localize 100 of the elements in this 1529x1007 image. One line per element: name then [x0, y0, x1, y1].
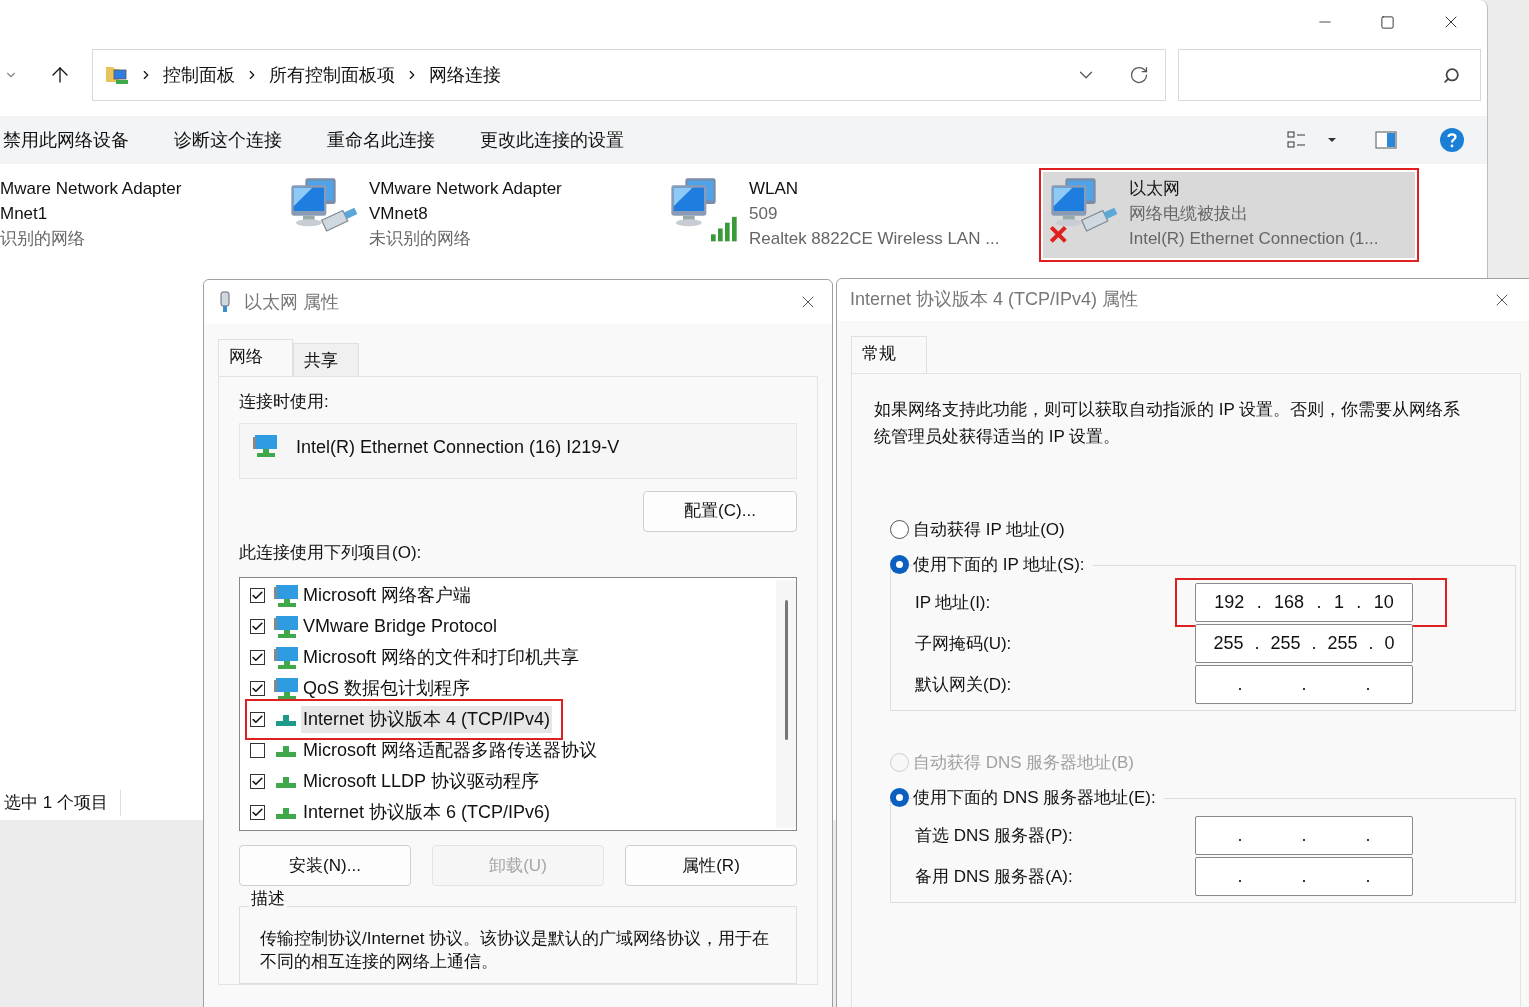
radio-button[interactable]: [890, 788, 909, 808]
refresh-icon[interactable]: [1129, 65, 1149, 85]
dialog-title: Internet 协议版本 4 (TCP/IPv4) 属性: [850, 288, 1139, 312]
tab[interactable]: 网络: [218, 339, 293, 376]
command-button[interactable]: 诊断这个连接: [174, 126, 282, 154]
search-field[interactable]: [1178, 49, 1481, 101]
dialog-button[interactable]: 安装(N)...: [239, 845, 411, 886]
address-bar[interactable]: 控制面板 所有控制面板项 网络连接: [92, 49, 1166, 101]
ip-address-field[interactable]: . . .: [1195, 816, 1413, 856]
ip-octet: 168: [1274, 591, 1305, 615]
adapter-detail: Intel(R) Ethernet Connection (1...: [1129, 228, 1379, 250]
checkbox[interactable]: [250, 743, 265, 758]
list-item[interactable]: Microsoft 网络适配器多路传送器协议: [250, 735, 605, 766]
command-button[interactable]: 重命名此连接: [327, 126, 435, 154]
ip-address-field[interactable]: 255 . 255 . 255 . 0: [1195, 624, 1413, 664]
list-item[interactable]: Internet 协议版本 4 (TCP/IPv4): [250, 704, 559, 735]
ip-address-field[interactable]: . . .: [1195, 857, 1413, 897]
network-plug-icon: [218, 291, 232, 313]
checkbox[interactable]: [250, 650, 265, 665]
ip-octet: .: [1237, 865, 1243, 889]
ip-address-field[interactable]: . . .: [1195, 665, 1413, 705]
ip-octet: .: [1237, 824, 1243, 848]
list-item[interactable]: Internet 协议版本 6 (TCP/IPv6): [250, 797, 559, 828]
list-item[interactable]: QoS 数据包计划程序: [250, 673, 479, 704]
ip-octet: 1: [1333, 591, 1344, 615]
field-label: 子网掩码(U):: [914, 632, 1013, 655]
folder-computer-icon: [105, 64, 129, 86]
adapter-name: VMnet8: [369, 203, 429, 225]
radio-button[interactable]: [890, 555, 909, 575]
radio-button[interactable]: [890, 520, 909, 540]
adapter-name: Mnet1: [0, 203, 49, 225]
ip-octet: 10: [1373, 591, 1394, 615]
checkbox[interactable]: [250, 712, 265, 727]
ip-octet: .: [1301, 865, 1307, 889]
preview-pane-icon[interactable]: [1375, 131, 1397, 149]
network-pedestal-icon: [273, 743, 299, 758]
breadcrumb-item[interactable]: 所有控制面板项: [269, 61, 395, 89]
caret-down-icon[interactable]: [1327, 137, 1337, 143]
checkbox[interactable]: [250, 619, 265, 634]
tab[interactable]: 共享: [293, 343, 359, 376]
ip-octet: .: [1301, 673, 1307, 697]
network-adapter-item[interactable]: WLAN 509 Realtek 8822CE Wireless LAN ...: [663, 172, 1043, 258]
item-label: Microsoft LLDP 协议驱动程序: [302, 770, 540, 793]
ip-octet: .: [1368, 632, 1374, 656]
scrollbar[interactable]: [776, 580, 796, 828]
list-item[interactable]: VMware Bridge Protocol: [250, 611, 506, 642]
adapter-detail: 识别的网络: [0, 228, 86, 250]
help-icon[interactable]: [1439, 127, 1465, 153]
network-monitor-icon: [273, 645, 299, 670]
search-icon: [1443, 66, 1460, 84]
field-label: 首选 DNS 服务器(P):: [914, 824, 1074, 847]
adapter-detail: Realtek 8822CE Wireless LAN ...: [749, 228, 1000, 250]
network-pedestal-icon: [273, 774, 299, 789]
adapter-detail: 509: [749, 203, 779, 225]
ip-octet: .: [1237, 673, 1243, 697]
maximize-icon[interactable]: [1380, 14, 1395, 30]
item-label: QoS 数据包计划程序: [302, 677, 472, 700]
breadcrumb-item[interactable]: 控制面板: [163, 61, 235, 89]
adapter-name: WLAN: [749, 178, 800, 200]
ip-octet: .: [1301, 824, 1307, 848]
description-text: 传输控制协议/Internet 协议。该协议是默认的广域网络协议，用于在不同的相互连接的网络上通信。: [260, 928, 771, 973]
view-options-icon[interactable]: [1287, 131, 1307, 149]
network-monitor-icon: [273, 583, 299, 608]
field-label: IP 地址(I):: [914, 591, 992, 614]
network-monitor-icon: [273, 676, 299, 701]
checkbox[interactable]: [250, 805, 265, 820]
tab[interactable]: 常规: [851, 335, 927, 373]
network-adapter-item[interactable]: Mware Network Adapter Mnet1 识别的网络: [0, 172, 283, 258]
checkbox[interactable]: [250, 588, 265, 603]
ip-octet: 255: [1270, 632, 1301, 656]
list-item[interactable]: Microsoft 网络客户端: [250, 580, 479, 611]
item-label: Microsoft 网络的文件和打印机共享: [302, 646, 580, 669]
configure-button[interactable]: 配置(C)...: [643, 490, 797, 532]
dialog-button[interactable]: 属性(R): [625, 845, 797, 886]
command-button[interactable]: 更改此连接的设置: [480, 126, 624, 154]
radio-label: 自动获得 IP 地址(O): [913, 518, 1065, 541]
adapter-name: VMware Network Adapter: [369, 178, 562, 200]
field-label: 备用 DNS 服务器(A):: [914, 865, 1074, 888]
command-button[interactable]: 禁用此网络设备: [3, 126, 129, 154]
ip-octet: .: [1256, 591, 1262, 615]
checkbox[interactable]: [250, 681, 265, 696]
dialog-title: 以太网 属性: [244, 290, 339, 314]
section-label: 此连接使用下列项目(O):: [239, 541, 423, 564]
list-item[interactable]: Microsoft LLDP 协议驱动程序: [250, 766, 547, 797]
adapter-detail: 网络电缆被拔出: [1129, 203, 1249, 225]
ip-octet: 0: [1384, 632, 1395, 656]
checkbox[interactable]: [250, 774, 265, 789]
ip-address-field[interactable]: 192 . 168 . 1 . 10: [1195, 583, 1413, 623]
field-label: 默认网关(D):: [914, 673, 1013, 696]
intro-text: 如果网络支持此功能，则可以获取自动指派的 IP 设置。否则，你需要从网络系统管理员处获得适当的 IP 设置。: [874, 398, 1462, 448]
ip-octet: .: [1356, 591, 1362, 615]
item-label: Internet 协议版本 6 (TCP/IPv6): [302, 801, 552, 824]
item-label: Microsoft 网络适配器多路传送器协议: [302, 739, 598, 762]
ip-octet: .: [1365, 865, 1371, 889]
breadcrumb-item[interactable]: 网络连接: [429, 61, 501, 89]
list-item[interactable]: Microsoft 网络的文件和打印机共享: [250, 642, 587, 673]
item-label: Microsoft 网络客户端: [302, 584, 472, 607]
network-adapter-item[interactable]: VMware Network Adapter VMnet8 未识别的网络: [283, 172, 663, 258]
ip-octet: 255: [1327, 632, 1358, 656]
network-pedestal-icon: [273, 805, 299, 820]
